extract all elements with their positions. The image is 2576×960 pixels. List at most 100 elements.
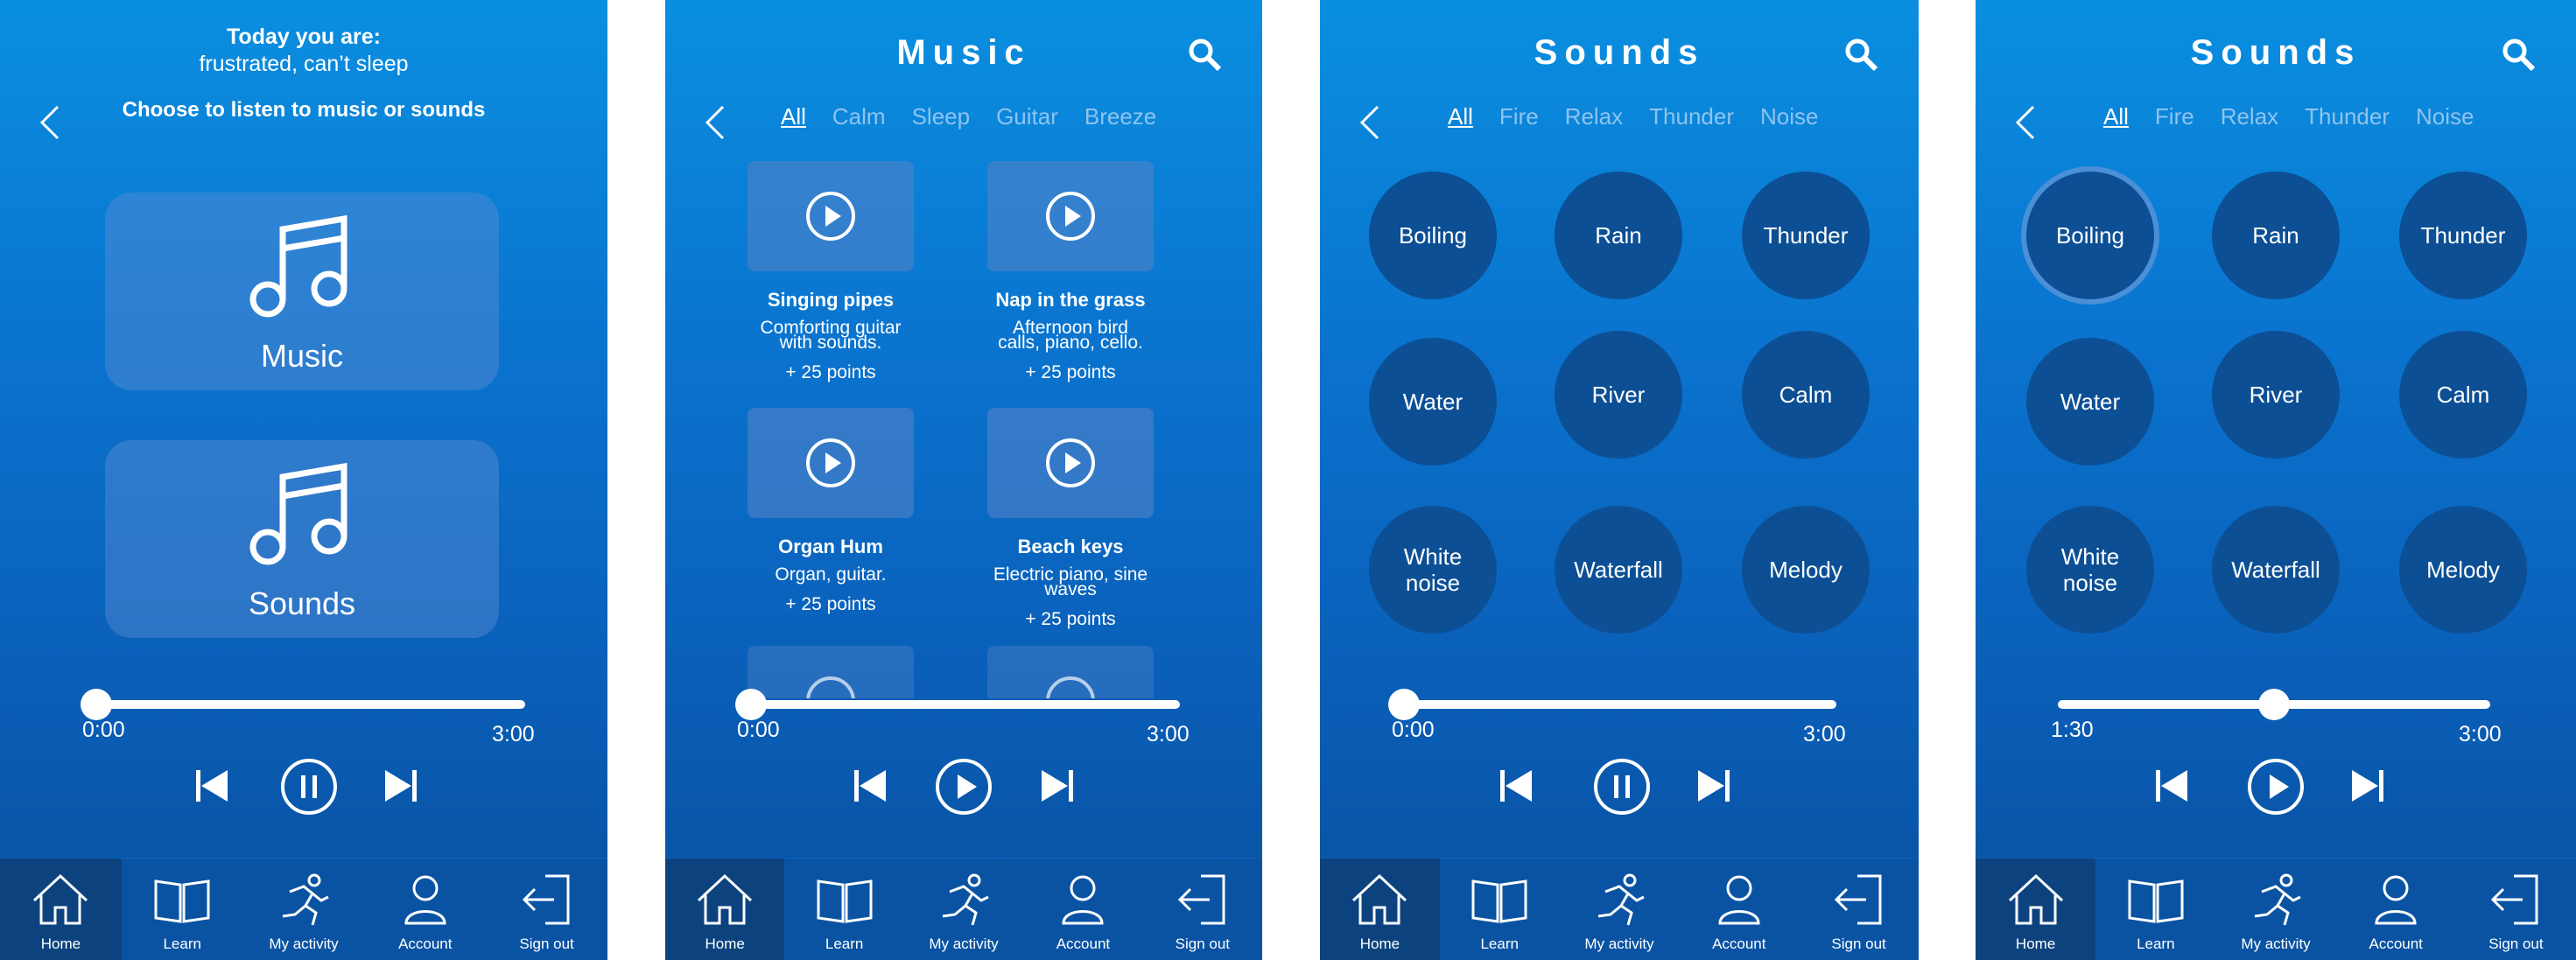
filter-tab-fire[interactable]: Fire bbox=[1499, 103, 1539, 130]
sound-water[interactable]: Water bbox=[1369, 338, 1497, 466]
sound-thunder[interactable]: Thunder bbox=[1742, 172, 1870, 299]
nav-signout[interactable]: Sign out bbox=[1143, 858, 1262, 960]
play-circle-icon[interactable] bbox=[2247, 758, 2305, 816]
sound-boiling[interactable]: Boiling bbox=[1369, 172, 1497, 299]
sound-rain[interactable]: Rain bbox=[2212, 172, 2340, 299]
filter-tab-sleep[interactable]: Sleep bbox=[912, 103, 971, 130]
card-thumbnail[interactable] bbox=[987, 161, 1154, 271]
nav-activity[interactable]: My activity bbox=[2215, 858, 2335, 960]
filter-tab-noise[interactable]: Noise bbox=[2416, 103, 2474, 130]
nav-learn[interactable]: Learn bbox=[122, 858, 243, 960]
back-arrow-icon[interactable] bbox=[702, 103, 728, 142]
nav-signout[interactable]: Sign out bbox=[486, 858, 607, 960]
nav-activity[interactable]: My activity bbox=[904, 858, 1023, 960]
nav-home[interactable]: Home bbox=[665, 858, 785, 960]
music-choice-button[interactable]: Music bbox=[105, 193, 499, 390]
sign-out-icon bbox=[1177, 874, 1225, 925]
bottom-nav: Home Learn My activity Account Sign out bbox=[665, 858, 1262, 960]
back-arrow-icon[interactable] bbox=[2012, 103, 2039, 142]
nav-learn[interactable]: Learn bbox=[784, 858, 903, 960]
mood-heading: Today you are: frustrated, can’t sleep bbox=[0, 25, 607, 77]
sound-waterfall[interactable]: Waterfall bbox=[1555, 506, 1682, 634]
music-card-nap-in-the-grass[interactable]: Nap in the grass Afternoon bird calls, pi… bbox=[987, 161, 1154, 383]
filter-tab-relax[interactable]: Relax bbox=[2221, 103, 2278, 130]
card-thumbnail[interactable] bbox=[987, 646, 1154, 698]
nav-learn[interactable]: Learn bbox=[2095, 858, 2215, 960]
progress-knob[interactable] bbox=[1388, 689, 1420, 720]
nav-account[interactable]: Account bbox=[1023, 858, 1142, 960]
sound-thunder[interactable]: Thunder bbox=[2399, 172, 2527, 299]
music-choice-label: Music bbox=[260, 338, 343, 374]
music-card-singing-pipes[interactable]: Singing pipes Comforting guitar with soun… bbox=[748, 161, 914, 383]
filter-tab-fire[interactable]: Fire bbox=[2155, 103, 2194, 130]
sound-melody[interactable]: Melody bbox=[2399, 506, 2527, 634]
next-track-icon[interactable] bbox=[1696, 770, 1731, 802]
sounds-choice-button[interactable]: Sounds bbox=[105, 440, 499, 638]
nav-account[interactable]: Account bbox=[2336, 858, 2456, 960]
progress-track[interactable] bbox=[1404, 700, 1836, 709]
nav-account[interactable]: Account bbox=[364, 858, 486, 960]
pause-icon[interactable] bbox=[280, 758, 338, 816]
play-circle-icon[interactable] bbox=[935, 758, 993, 816]
running-person-icon bbox=[1597, 873, 1645, 926]
sound-calm[interactable]: Calm bbox=[2399, 331, 2527, 459]
pause-icon[interactable] bbox=[1593, 758, 1651, 816]
search-icon[interactable] bbox=[1187, 37, 1222, 72]
filter-tab-noise[interactable]: Noise bbox=[1760, 103, 1818, 130]
sound-waterfall[interactable]: Waterfall bbox=[2212, 506, 2340, 634]
sound-river[interactable]: River bbox=[1555, 331, 1682, 459]
progress-track[interactable] bbox=[96, 700, 525, 709]
nav-activity[interactable]: My activity bbox=[243, 858, 365, 960]
nav-signout[interactable]: Sign out bbox=[1799, 858, 1919, 960]
progress-knob[interactable] bbox=[81, 689, 112, 720]
nav-home[interactable]: Home bbox=[1976, 858, 2096, 960]
filter-tab-thunder[interactable]: Thunder bbox=[1649, 103, 1734, 130]
filter-tab-all[interactable]: All bbox=[781, 103, 806, 130]
time-current: 1:30 bbox=[2051, 718, 2094, 742]
music-card-partial[interactable] bbox=[748, 646, 914, 698]
previous-track-icon[interactable] bbox=[1499, 770, 1534, 802]
filter-tab-breeze[interactable]: Breeze bbox=[1084, 103, 1156, 130]
card-thumbnail[interactable] bbox=[748, 646, 914, 698]
nav-signout[interactable]: Sign out bbox=[2456, 858, 2576, 960]
progress-knob[interactable] bbox=[2258, 689, 2290, 720]
music-card-partial[interactable] bbox=[987, 646, 1154, 698]
nav-learn[interactable]: Learn bbox=[1440, 858, 1560, 960]
sound-white-noise[interactable]: White noise bbox=[2026, 506, 2154, 634]
nav-home[interactable]: Home bbox=[1320, 858, 1440, 960]
progress-knob[interactable] bbox=[735, 689, 767, 720]
next-track-icon[interactable] bbox=[1040, 770, 1075, 802]
music-card-organ-hum[interactable]: Organ Hum Organ, guitar. + 25 points bbox=[748, 408, 914, 615]
nav-account[interactable]: Account bbox=[1679, 858, 1799, 960]
search-icon[interactable] bbox=[1843, 37, 1878, 72]
sound-water[interactable]: Water bbox=[2026, 338, 2154, 466]
filter-tab-thunder[interactable]: Thunder bbox=[2305, 103, 2390, 130]
card-thumbnail[interactable] bbox=[987, 408, 1154, 518]
sound-calm[interactable]: Calm bbox=[1742, 331, 1870, 459]
music-card-beach-keys[interactable]: Beach keys Electric piano, sine waves + 2… bbox=[987, 408, 1154, 630]
filter-tab-calm[interactable]: Calm bbox=[832, 103, 886, 130]
home-icon bbox=[698, 873, 753, 925]
sound-rain[interactable]: Rain bbox=[1555, 172, 1682, 299]
search-icon[interactable] bbox=[2501, 37, 2536, 72]
filter-tab-all[interactable]: All bbox=[1448, 103, 1473, 130]
sound-boiling-selected[interactable]: Boiling bbox=[2026, 172, 2154, 299]
filter-tab-all[interactable]: All bbox=[2103, 103, 2129, 130]
filter-tab-relax[interactable]: Relax bbox=[1565, 103, 1623, 130]
next-track-icon[interactable] bbox=[2350, 770, 2385, 802]
card-thumbnail[interactable] bbox=[748, 408, 914, 518]
sound-white-noise[interactable]: White noise bbox=[1369, 506, 1497, 634]
previous-track-icon[interactable] bbox=[194, 770, 229, 802]
progress-track[interactable] bbox=[751, 700, 1180, 709]
nav-learn-label: Learn bbox=[825, 935, 864, 952]
nav-home[interactable]: Home bbox=[0, 858, 122, 960]
sound-river[interactable]: River bbox=[2212, 331, 2340, 459]
previous-track-icon[interactable] bbox=[853, 770, 888, 802]
back-arrow-icon[interactable] bbox=[1357, 103, 1383, 142]
previous-track-icon[interactable] bbox=[2154, 770, 2189, 802]
filter-tab-guitar[interactable]: Guitar bbox=[996, 103, 1058, 130]
sound-melody[interactable]: Melody bbox=[1742, 506, 1870, 634]
next-track-icon[interactable] bbox=[383, 770, 418, 802]
card-thumbnail[interactable] bbox=[748, 161, 914, 271]
nav-activity[interactable]: My activity bbox=[1560, 858, 1680, 960]
